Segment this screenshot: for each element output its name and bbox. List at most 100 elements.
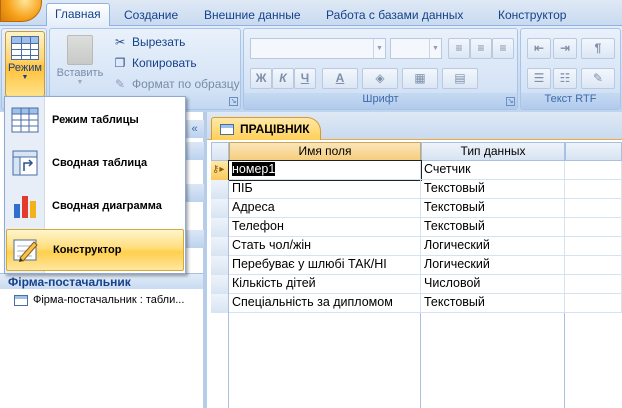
clipboard-launcher-icon[interactable]: ↘ <box>229 97 238 106</box>
menu-item-label: Режим таблицы <box>52 114 139 126</box>
field-name-cell[interactable]: Телефон <box>229 218 421 237</box>
data-type-cell[interactable]: Числовой <box>421 275 565 294</box>
row-selector[interactable] <box>211 218 229 237</box>
collapse-pane-button[interactable]: « <box>184 120 204 138</box>
tab-database-tools[interactable]: Работа с базами данных <box>318 5 471 26</box>
paste-button[interactable]: Вставить ▼ <box>54 31 106 95</box>
data-type-cell[interactable]: Текстовый <box>421 199 565 218</box>
field-name-cell[interactable]: ПІБ <box>229 180 421 199</box>
nav-item-table[interactable]: Фірма-постачальник : табли... <box>14 294 184 306</box>
data-type-cell[interactable]: Счетчик <box>421 161 565 180</box>
field-name-text: Кількість дітей <box>232 276 316 290</box>
row-selector-key[interactable]: ⚷▸ <box>211 161 229 180</box>
field-name-text: номер1 <box>232 162 276 176</box>
font-name-combo[interactable]: ▼ <box>250 38 386 59</box>
tab-design[interactable]: Конструктор <box>490 5 574 26</box>
description-cell[interactable] <box>565 218 622 237</box>
ribbon-tab-strip: Главная Создание Внешние данные Работа с… <box>0 0 622 27</box>
corner-header <box>211 142 229 161</box>
data-type-cell[interactable]: Текстовый <box>421 180 565 199</box>
scissors-icon: ✂ <box>114 35 126 49</box>
chevron-down-icon: ▼ <box>76 79 84 86</box>
copy-button[interactable]: ❐ Копировать <box>112 53 197 73</box>
font-launcher-icon[interactable]: ↘ <box>506 97 515 106</box>
office-button[interactable] <box>0 0 42 22</box>
field-name-text: Телефон <box>232 219 284 233</box>
data-type-cell[interactable]: Текстовый <box>421 294 565 313</box>
description-cell[interactable] <box>565 237 622 256</box>
field-name-cell[interactable]: Адреса <box>229 199 421 218</box>
brush-icon: ✎ <box>114 77 126 91</box>
fill-color-icon[interactable]: ◈ <box>362 68 398 89</box>
tab-home[interactable]: Главная <box>46 3 110 27</box>
field-name-text: Стать чол/жін <box>232 238 311 252</box>
field-name-cell[interactable]: Стать чол/жін <box>229 237 421 256</box>
document-tab-title: ПРАЦІВНИК <box>240 122 310 136</box>
description-cell[interactable] <box>565 256 622 275</box>
tab-external-data[interactable]: Внешние данные <box>196 5 309 26</box>
data-type-cell[interactable]: Логический <box>421 256 565 275</box>
field-name-cell[interactable]: Спеціальність за дипломом <box>229 294 421 313</box>
row-selector[interactable] <box>211 199 229 218</box>
menu-item-pivot-table[interactable]: Сводная таблица <box>6 142 184 184</box>
align-right-icon[interactable]: ≡ <box>492 38 514 59</box>
pivot-table-icon <box>6 142 44 184</box>
paste-label: Вставить <box>56 67 104 79</box>
field-name-text: ПІБ <box>232 181 253 195</box>
numbering-icon[interactable]: ☷ <box>553 68 577 89</box>
format-painter-button[interactable]: ✎ Формат по образцу <box>112 74 240 94</box>
highlight-icon[interactable]: ✎ <box>581 68 615 89</box>
alternate-fill-icon[interactable]: ▤ <box>442 68 478 89</box>
data-type-cell[interactable]: Текстовый <box>421 218 565 237</box>
align-left-icon[interactable]: ≡ <box>448 38 470 59</box>
font-size-combo[interactable]: ▼ <box>390 38 442 59</box>
datasheet-icon <box>11 36 39 60</box>
description-cell[interactable] <box>565 199 622 218</box>
copy-label: Копировать <box>132 56 197 70</box>
field-name-cell[interactable]: Перебуває у шлюбі ТАК/НІ <box>229 256 421 275</box>
design-view-icon <box>7 229 45 271</box>
data-type-cell[interactable]: Логический <box>421 237 565 256</box>
menu-item-design-view[interactable]: Конструктор <box>6 229 184 271</box>
format-painter-label: Формат по образцу <box>132 77 240 91</box>
font-group-label: Шрифт <box>244 93 517 109</box>
menu-item-pivot-chart[interactable]: Сводная диаграмма <box>6 185 184 227</box>
row-selector[interactable] <box>211 256 229 275</box>
bold-button[interactable]: Ж <box>250 68 272 89</box>
document-tab-bar: ПРАЦІВНИК <box>207 112 622 140</box>
nav-item-label: Фірма-постачальник : табли... <box>33 294 185 306</box>
chevron-down-icon: ▼ <box>429 39 441 58</box>
align-center-icon[interactable]: ≡ <box>470 38 492 59</box>
font-color-button[interactable]: A <box>322 68 358 89</box>
paragraph-direction-icon[interactable]: ¶ <box>581 38 615 59</box>
column-header-description[interactable] <box>565 142 622 161</box>
copy-icon: ❐ <box>114 56 126 70</box>
gridlines-icon[interactable]: ▦ <box>402 68 438 89</box>
description-cell[interactable] <box>565 294 622 313</box>
row-selector[interactable] <box>211 294 229 313</box>
tab-create[interactable]: Создание <box>116 5 186 26</box>
underline-button[interactable]: Ч <box>294 68 316 89</box>
decrease-indent-icon[interactable]: ⇤ <box>527 38 551 59</box>
column-header-data-type[interactable]: Тип данных <box>421 142 565 161</box>
document-tab[interactable]: ПРАЦІВНИК <box>211 117 321 140</box>
description-cell[interactable] <box>565 275 622 294</box>
description-cell[interactable] <box>565 161 622 180</box>
description-cell[interactable] <box>565 180 622 199</box>
bullets-icon[interactable]: ☰ <box>527 68 551 89</box>
increase-indent-icon[interactable]: ⇥ <box>553 38 577 59</box>
italic-button[interactable]: К <box>272 68 294 89</box>
rtf-group: ⇤ ⇥ ¶ ☰ ☷ ✎ Текст RTF <box>520 28 621 110</box>
view-mode-button[interactable]: Режим ▼ <box>5 31 45 97</box>
cut-button[interactable]: ✂ Вырезать <box>112 32 185 52</box>
column-header-field-name[interactable]: Имя поля <box>229 142 421 161</box>
field-name-cell[interactable]: номер1 <box>228 160 422 181</box>
table-icon <box>220 123 234 135</box>
row-selector[interactable] <box>211 275 229 294</box>
menu-item-datasheet-view[interactable]: Режим таблицы <box>6 99 184 141</box>
field-name-cell[interactable]: Кількість дітей <box>229 275 421 294</box>
nav-group-header[interactable]: Фірма-постачальник <box>0 273 203 289</box>
field-name-text: Спеціальність за дипломом <box>232 295 393 309</box>
row-selector[interactable] <box>211 180 229 199</box>
row-selector[interactable] <box>211 237 229 256</box>
